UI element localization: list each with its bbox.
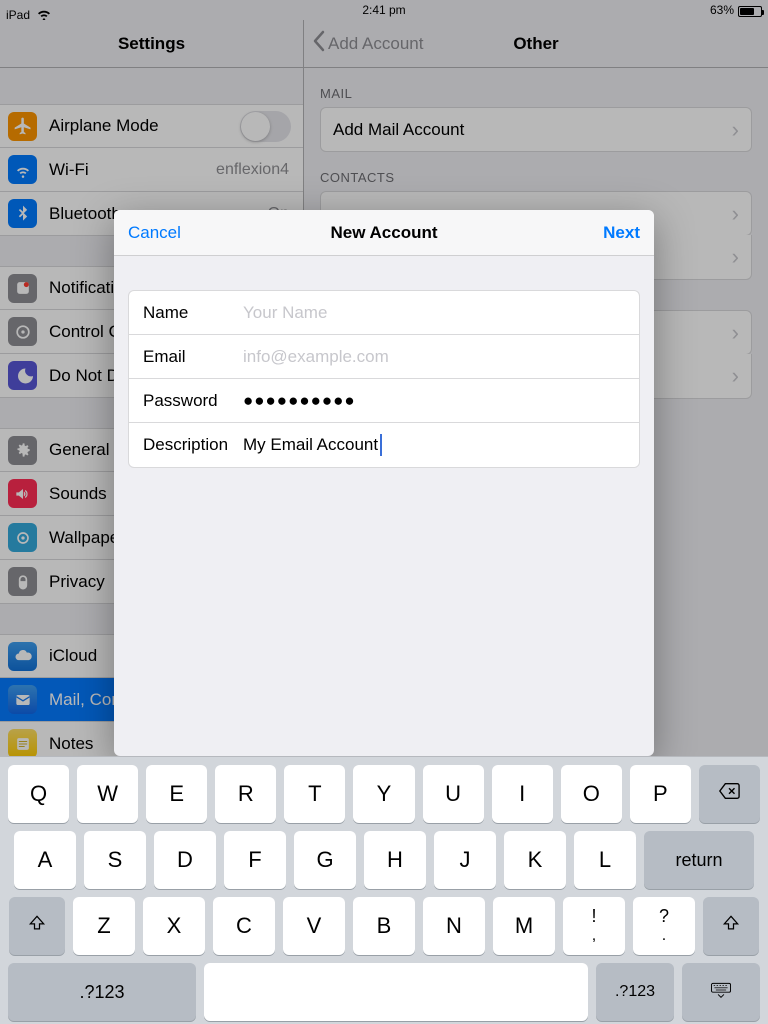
next-button[interactable]: Next bbox=[603, 223, 640, 243]
description-label: Description bbox=[143, 435, 243, 455]
shift-icon bbox=[26, 913, 48, 939]
kbd-row-2: A S D F G H J K L return bbox=[8, 831, 760, 889]
key-n[interactable]: N bbox=[423, 897, 485, 955]
key-o[interactable]: O bbox=[561, 765, 622, 823]
kbd-row-4: .?123 .?123 bbox=[8, 963, 760, 1021]
key-question-period[interactable]: ?. bbox=[633, 897, 695, 955]
email-label: Email bbox=[143, 347, 243, 367]
key-r[interactable]: R bbox=[215, 765, 276, 823]
key-v[interactable]: V bbox=[283, 897, 345, 955]
backspace-icon bbox=[718, 781, 740, 807]
name-input[interactable] bbox=[243, 303, 625, 323]
key-symbols-left[interactable]: .?123 bbox=[8, 963, 196, 1021]
key-g[interactable]: G bbox=[294, 831, 356, 889]
kbd-row-3: Z X C V B N M !, ?. bbox=[8, 897, 760, 955]
text-caret bbox=[380, 434, 382, 456]
key-p[interactable]: P bbox=[630, 765, 691, 823]
name-label: Name bbox=[143, 303, 243, 323]
keyboard: Q W E R T Y U I O P A S D F G H J K L re… bbox=[0, 756, 768, 1024]
new-account-modal: Cancel New Account Next Name Email Passw… bbox=[114, 210, 654, 756]
kbd-row-1: Q W E R T Y U I O P bbox=[8, 765, 760, 823]
key-y[interactable]: Y bbox=[353, 765, 414, 823]
key-j[interactable]: J bbox=[434, 831, 496, 889]
key-a[interactable]: A bbox=[14, 831, 76, 889]
key-b[interactable]: B bbox=[353, 897, 415, 955]
key-l[interactable]: L bbox=[574, 831, 636, 889]
password-input[interactable]: ●●●●●●●●●● bbox=[243, 391, 356, 411]
modal-nav: Cancel New Account Next bbox=[114, 210, 654, 256]
account-form: Name Email Password ●●●●●●●●●● Descripti… bbox=[128, 290, 640, 468]
modal-title: New Account bbox=[330, 223, 437, 243]
key-dismiss-keyboard[interactable] bbox=[682, 963, 760, 1021]
key-space[interactable] bbox=[204, 963, 588, 1021]
key-h[interactable]: H bbox=[364, 831, 426, 889]
row-email: Email bbox=[129, 335, 639, 379]
key-symbols-right[interactable]: .?123 bbox=[596, 963, 674, 1021]
key-e[interactable]: E bbox=[146, 765, 207, 823]
email-input[interactable] bbox=[243, 347, 625, 367]
key-exclaim-comma[interactable]: !, bbox=[563, 897, 625, 955]
shift-icon bbox=[720, 913, 742, 939]
key-return[interactable]: return bbox=[644, 831, 754, 889]
key-z[interactable]: Z bbox=[73, 897, 135, 955]
key-f[interactable]: F bbox=[224, 831, 286, 889]
key-t[interactable]: T bbox=[284, 765, 345, 823]
row-name: Name bbox=[129, 291, 639, 335]
key-shift-right[interactable] bbox=[703, 897, 759, 955]
row-password: Password ●●●●●●●●●● bbox=[129, 379, 639, 423]
key-u[interactable]: U bbox=[423, 765, 484, 823]
key-c[interactable]: C bbox=[213, 897, 275, 955]
description-input[interactable]: My Email Account bbox=[243, 435, 378, 455]
key-w[interactable]: W bbox=[77, 765, 138, 823]
key-m[interactable]: M bbox=[493, 897, 555, 955]
key-backspace[interactable] bbox=[699, 765, 760, 823]
key-q[interactable]: Q bbox=[8, 765, 69, 823]
row-description: Description My Email Account bbox=[129, 423, 639, 467]
key-shift-left[interactable] bbox=[9, 897, 65, 955]
keyboard-dismiss-icon bbox=[710, 980, 732, 1005]
key-s[interactable]: S bbox=[84, 831, 146, 889]
key-k[interactable]: K bbox=[504, 831, 566, 889]
password-label: Password bbox=[143, 391, 243, 411]
cancel-button[interactable]: Cancel bbox=[128, 223, 181, 243]
key-d[interactable]: D bbox=[154, 831, 216, 889]
key-x[interactable]: X bbox=[143, 897, 205, 955]
key-i[interactable]: I bbox=[492, 765, 553, 823]
